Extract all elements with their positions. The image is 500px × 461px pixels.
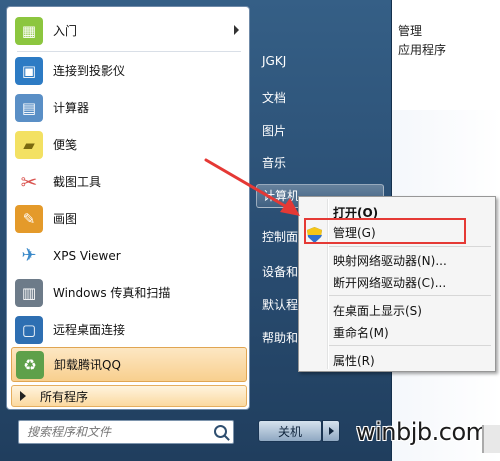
programs-pane: ▦ 入门 ▣ 连接到投影仪 ▤ 计算器 ▰ 便笺 ✂ 截图工具 ✎ 画图 ✈ X…	[6, 6, 250, 410]
program-item-uninstall-qq[interactable]: ♻ 卸载腾讯QQ	[11, 347, 247, 382]
expand-arrow-icon	[20, 391, 26, 401]
program-item-paint[interactable]: ✎ 画图	[11, 201, 247, 236]
right-item-user[interactable]: JGKJ	[262, 54, 286, 68]
remote-desktop-icon: ▢	[15, 315, 43, 344]
right-item-help[interactable]: 帮助和	[262, 329, 298, 346]
program-label: 便笺	[53, 138, 78, 152]
right-item-default-programs[interactable]: 默认程	[262, 296, 298, 313]
watermark: winbjb.com	[356, 418, 489, 446]
right-item-pictures[interactable]: 图片	[262, 122, 286, 139]
all-programs-label: 所有程序	[40, 389, 89, 404]
uninstall-icon: ♻	[16, 350, 44, 379]
program-label: 截图工具	[53, 175, 102, 189]
search-input[interactable]	[19, 421, 199, 443]
program-item-snipping-tool[interactable]: ✂ 截图工具	[11, 164, 247, 199]
scissors-icon: ✂	[15, 167, 43, 196]
program-item-remote-desktop[interactable]: ▢ 远程桌面连接	[11, 312, 247, 347]
xps-viewer-icon: ✈	[15, 241, 43, 270]
menu-separator	[329, 345, 491, 346]
search-box[interactable]	[18, 420, 234, 444]
all-programs-button[interactable]: 所有程序	[11, 385, 247, 407]
right-item-control-panel[interactable]: 控制面	[262, 228, 298, 245]
annotation-highlight-box	[304, 218, 466, 244]
corner-badge-icon	[482, 425, 500, 453]
program-label: 连接到投影仪	[53, 64, 126, 78]
menu-separator	[329, 246, 491, 247]
program-item-sticky-notes[interactable]: ▰ 便笺	[11, 127, 247, 162]
program-label: Windows 传真和扫描	[53, 286, 171, 300]
program-item-getting-started[interactable]: ▦ 入门	[11, 13, 247, 48]
right-item-devices[interactable]: 设备和	[262, 263, 298, 280]
program-label: 卸载腾讯QQ	[54, 358, 121, 372]
divider	[17, 51, 241, 52]
menu-item-show-on-desktop[interactable]: 在桌面上显示(S)	[333, 302, 422, 319]
menu-item-disconnect-drive[interactable]: 断开网络驱动器(C)...	[333, 274, 446, 291]
menu-item-map-drive[interactable]: 映射网络驱动器(N)...	[333, 252, 447, 269]
program-item-calculator[interactable]: ▤ 计算器	[11, 90, 247, 125]
background-item-manage: 管理	[398, 24, 423, 38]
shutdown-button[interactable]: 关机	[258, 420, 322, 442]
program-label: 画图	[53, 212, 78, 226]
menu-item-properties[interactable]: 属性(R)	[333, 352, 375, 369]
getting-started-icon: ▦	[15, 16, 43, 45]
program-item-fax-scan[interactable]: ▥ Windows 传真和扫描	[11, 275, 247, 310]
right-item-music[interactable]: 音乐	[262, 154, 286, 171]
sticky-notes-icon: ▰	[15, 130, 43, 159]
menu-separator	[329, 295, 491, 296]
right-item-documents[interactable]: 文档	[262, 89, 286, 106]
submenu-arrow-icon	[234, 25, 239, 35]
program-label: 计算器	[53, 101, 90, 115]
shutdown-options-button[interactable]	[322, 420, 340, 442]
fax-scanner-icon: ▥	[15, 278, 43, 307]
program-label: XPS Viewer	[53, 248, 121, 263]
program-item-xps-viewer[interactable]: ✈ XPS Viewer	[11, 238, 247, 273]
calculator-icon: ▤	[15, 93, 43, 122]
program-label: 入门	[53, 24, 78, 38]
program-label: 远程桌面连接	[53, 323, 126, 337]
paint-icon: ✎	[15, 204, 43, 233]
background-item-apps: 应用程序	[398, 43, 447, 57]
search-icon[interactable]	[214, 425, 227, 438]
program-item-projector[interactable]: ▣ 连接到投影仪	[11, 53, 247, 88]
projector-icon: ▣	[15, 56, 43, 85]
menu-item-rename[interactable]: 重命名(M)	[333, 324, 389, 341]
